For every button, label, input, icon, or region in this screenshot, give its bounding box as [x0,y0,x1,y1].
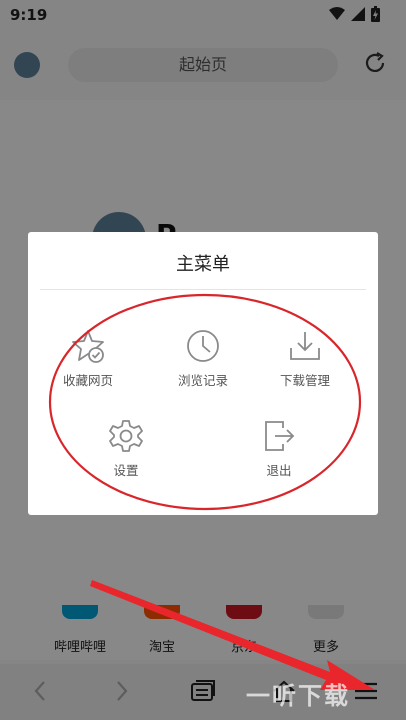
menu-item-settings[interactable]: 设置 [81,418,171,479]
watermark-text: 一听下载 [246,682,350,710]
menu-item-exit[interactable]: 退出 [234,418,324,479]
annotation-ellipse [48,293,362,511]
menu-label-bookmark: 收藏网页 [62,373,113,388]
menu-label-exit: 退出 [266,463,292,478]
menu-label-downloads: 下载管理 [279,373,330,388]
menu-title: 主菜单 [176,254,230,275]
menu-item-downloads[interactable]: 下载管理 [260,328,350,389]
main-menu-dialog: 主菜单 收藏网页 浏览记录 下载管理 设置 退出 [28,232,378,515]
clock-icon [187,330,219,362]
menu-label-history: 浏览记录 [177,373,228,388]
download-icon [290,332,320,360]
menu-divider [40,289,366,290]
menu-item-history[interactable]: 浏览记录 [158,328,248,389]
star-check-icon [72,330,104,363]
exit-icon [265,421,295,451]
menu-label-settings: 设置 [113,463,139,478]
menu-item-bookmark[interactable]: 收藏网页 [43,328,133,389]
gear-icon [109,420,143,452]
